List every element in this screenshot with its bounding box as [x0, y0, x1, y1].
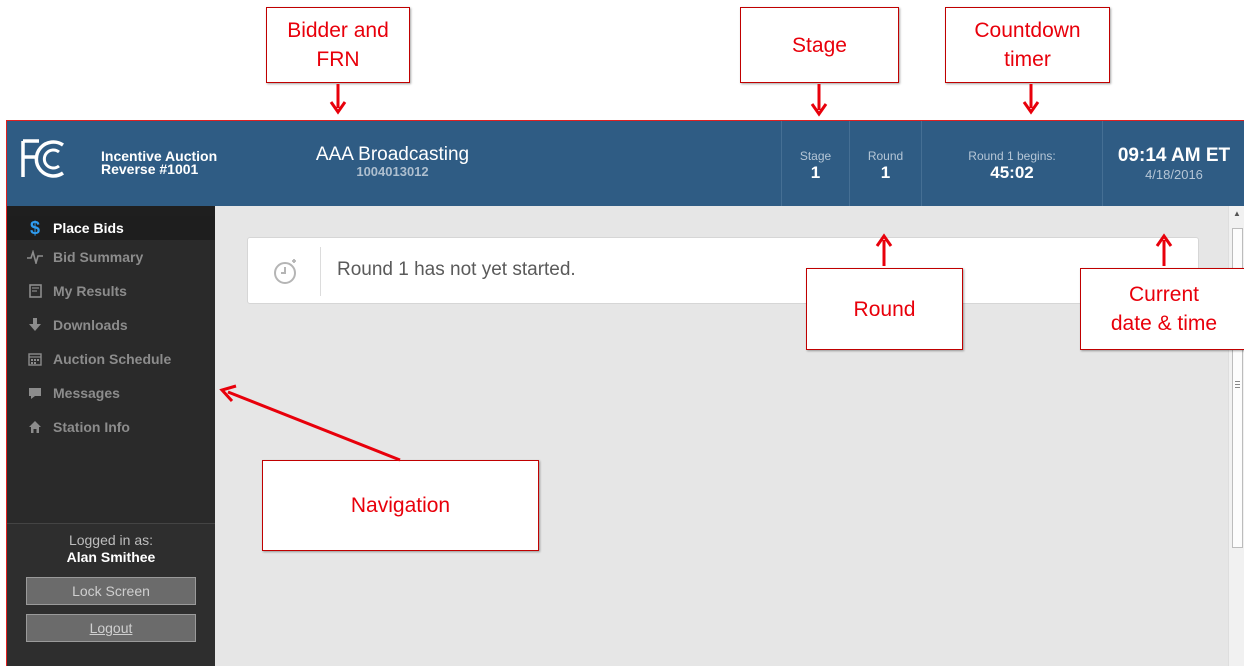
- callout-text: Round: [853, 297, 916, 321]
- nav-item-label: Place Bids: [53, 220, 124, 236]
- callout-round: Round: [806, 268, 963, 350]
- round-status-notice: Round 1 has not yet started.: [247, 237, 1199, 304]
- nav-item-label: Auction Schedule: [53, 351, 172, 367]
- app-title-line2: Reverse #1001: [101, 161, 199, 177]
- home-icon: [27, 419, 43, 435]
- nav-item-label: My Results: [53, 283, 127, 299]
- nav-item-messages[interactable]: Messages: [7, 376, 215, 410]
- round-label: Round: [867, 149, 904, 163]
- callout-text: Current: [1128, 283, 1199, 306]
- timer-value: 45:02: [990, 163, 1034, 182]
- nav-item-bid-summary[interactable]: Bid Summary: [7, 240, 215, 274]
- callout-bidder-frn: Bidder and FRN: [266, 7, 410, 83]
- stage-value: 1: [810, 163, 821, 182]
- callout-current-date-time: Current date & time: [1080, 268, 1244, 350]
- clock-icon: [274, 259, 296, 284]
- nav-item-station-info[interactable]: Station Info: [7, 410, 215, 444]
- callout-text: date & time: [1110, 312, 1218, 335]
- callout-navigation: Navigation: [262, 460, 539, 551]
- current-time: 09:14 AM ET: [1117, 145, 1231, 166]
- nav-item-label: Station Info: [53, 419, 130, 435]
- notice-message: Round 1 has not yet started.: [337, 259, 576, 280]
- user-name: Alan Smithee: [66, 549, 156, 565]
- callout-text: Countdown: [974, 19, 1081, 42]
- scrollbar-grip-icon: [1235, 381, 1240, 388]
- timer-label: Round 1 begins:: [968, 149, 1056, 163]
- arrow-timer: [1022, 84, 1040, 115]
- arrow-stage: [810, 84, 828, 117]
- nav-item-auction-schedule[interactable]: Auction Schedule: [7, 342, 215, 376]
- bidder-name: AAA Broadcasting: [315, 144, 470, 165]
- nav-item-label: Bid Summary: [53, 249, 144, 265]
- current-date: 4/18/2016: [1145, 167, 1203, 182]
- round-value: 1: [880, 163, 891, 182]
- logged-in-label: Logged in as:: [68, 532, 154, 548]
- current-datetime: 09:14 AM ET 4/18/2016: [1102, 121, 1244, 206]
- nav-item-label: Downloads: [53, 317, 128, 333]
- stage-label: Stage: [799, 149, 832, 163]
- bidder-info: AAA Broadcasting 1004013012: [305, 144, 480, 178]
- countdown-timer: Round 1 begins: 45:02: [921, 121, 1102, 206]
- lock-screen-button[interactable]: Lock Screen: [26, 577, 196, 605]
- user-panel: Logged in as: Alan Smithee Lock Screen L…: [7, 523, 215, 666]
- navigation-sidebar: $ Place Bids Bid Summary My Results Down…: [7, 206, 215, 666]
- scroll-up-arrow-icon[interactable]: ▲: [1233, 209, 1241, 218]
- dollar-icon: $: [29, 217, 40, 238]
- nav-item-downloads[interactable]: Downloads: [7, 308, 215, 342]
- calendar-icon: [27, 351, 43, 367]
- screenshot-canvas: Incentive Auction Reverse #1001 AAA Broa…: [0, 0, 1244, 666]
- results-icon: [27, 283, 43, 299]
- download-arrow-icon: [27, 317, 43, 333]
- callout-text: Stage: [792, 33, 847, 57]
- app-title: Incentive Auction Reverse #1001: [101, 149, 217, 177]
- callout-countdown-timer: Countdown timer: [945, 7, 1110, 83]
- top-header-bar: Incentive Auction Reverse #1001 AAA Broa…: [7, 121, 1244, 206]
- nav-item-my-results[interactable]: My Results: [7, 274, 215, 308]
- bidder-frn: 1004013012: [356, 164, 429, 179]
- callout-text: Bidder and: [287, 19, 389, 42]
- round-indicator: Round 1: [849, 121, 921, 206]
- fcc-logo: [21, 139, 64, 178]
- auction-app-window: Incentive Auction Reverse #1001 AAA Broa…: [6, 120, 1244, 666]
- sidebar-top-strip: [7, 206, 215, 216]
- nav-item-label: Messages: [53, 385, 120, 401]
- callout-text: FRN: [316, 48, 360, 71]
- notice-divider: [320, 247, 321, 296]
- chat-bubble-icon: [27, 385, 43, 401]
- callout-stage: Stage: [740, 7, 899, 83]
- pulse-icon: [27, 249, 43, 265]
- nav-item-place-bids[interactable]: $ Place Bids: [7, 216, 215, 240]
- logout-button[interactable]: Logout: [26, 614, 196, 642]
- callout-text: Navigation: [350, 494, 451, 517]
- stage-indicator: Stage 1: [781, 121, 849, 206]
- arrow-bidder: [329, 84, 347, 115]
- callout-text: timer: [1004, 48, 1051, 71]
